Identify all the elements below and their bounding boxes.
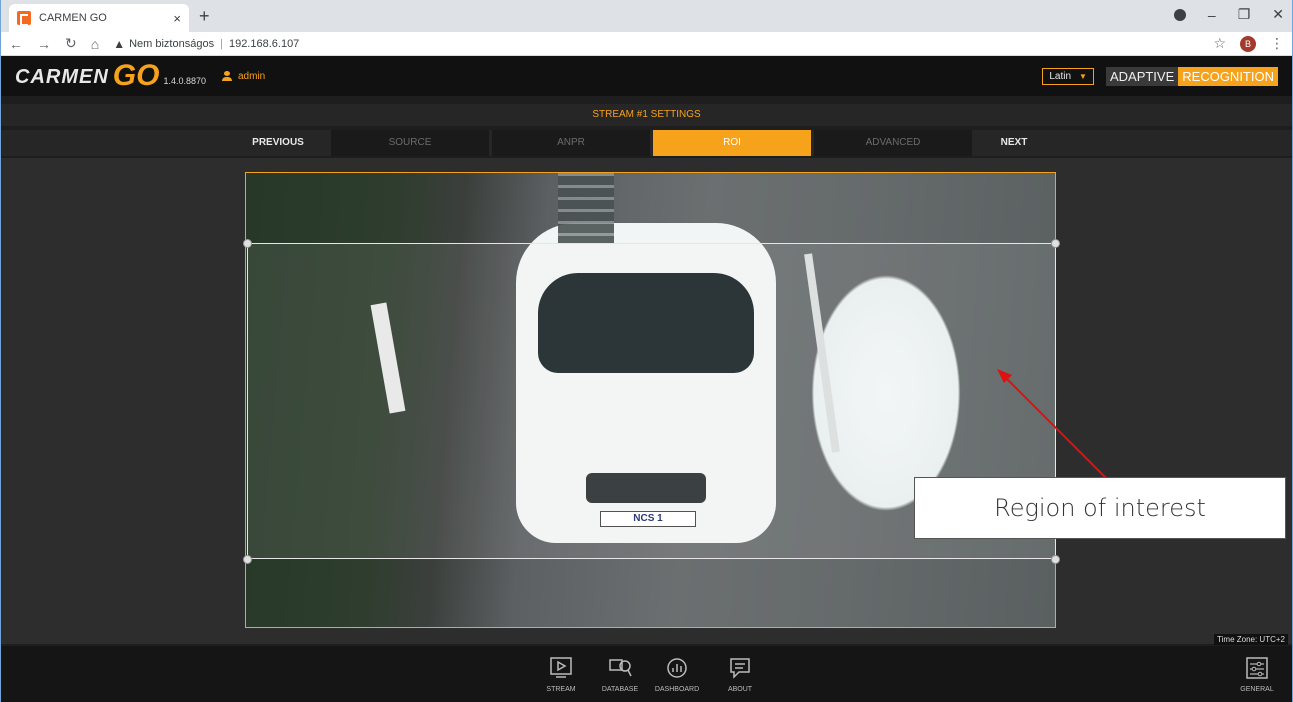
play-screen-icon: [550, 657, 572, 678]
settings-tabs: PREVIOUS SOURCE ANPR ROI ADVANCED NEXT: [1, 130, 1292, 156]
vendor-logo-b: RECOGNITION: [1178, 66, 1278, 86]
roi-handle-top-left[interactable]: [243, 239, 252, 248]
roof-ladder: [558, 173, 614, 243]
reload-icon[interactable]: ↻: [65, 35, 77, 52]
timezone-label: Time Zone: UTC+2: [1214, 634, 1288, 645]
close-tab-icon[interactable]: ×: [173, 11, 181, 26]
window-controls: – ❐ ✕: [1173, 6, 1284, 23]
nav-stream[interactable]: STREAM: [531, 656, 591, 693]
browser-window: CARMEN GO × + – ❐ ✕ ← → ↻ ⌂ ▲ Nem bizton…: [0, 0, 1293, 702]
nav-database[interactable]: DATABASE: [590, 656, 650, 693]
user-menu[interactable]: admin: [222, 71, 265, 82]
dashboard-icon: [667, 658, 687, 678]
username: admin: [238, 70, 266, 82]
user-icon: [222, 71, 232, 81]
divider: |: [220, 37, 223, 50]
database-search-icon: [609, 659, 632, 677]
brand-logo: CARMEN GO 1.4.0.8870: [15, 59, 206, 92]
roi-handle-top-right[interactable]: [1051, 239, 1060, 248]
close-window-icon[interactable]: ✕: [1272, 6, 1284, 23]
settings-sliders-icon: [1246, 657, 1268, 679]
tab-roi[interactable]: ROI: [653, 130, 811, 156]
bookmark-star-icon[interactable]: ☆: [1213, 35, 1226, 52]
forward-icon[interactable]: →: [37, 36, 51, 52]
nav-stream-label: STREAM: [546, 686, 576, 693]
page-title: STREAM #1 SETTINGS: [1, 104, 1292, 126]
security-label: Nem biztonságos: [129, 37, 215, 50]
roi-handle-bottom-right[interactable]: [1051, 555, 1060, 564]
tab-anpr[interactable]: ANPR: [492, 130, 650, 156]
tab-title: CARMEN GO: [39, 12, 107, 24]
tab-strip: CARMEN GO × + – ❐ ✕: [1, 0, 1292, 32]
browser-tab[interactable]: CARMEN GO ×: [9, 4, 189, 32]
header-right: Latin ▼ ADAPTIVE RECOGNITION: [1042, 66, 1278, 86]
vendor-logo: ADAPTIVE RECOGNITION: [1105, 66, 1278, 86]
menu-icon[interactable]: ⋮: [1270, 35, 1284, 52]
nav-dashboard-label: DASHBOARD: [654, 686, 700, 693]
nav-general[interactable]: GENERAL: [1227, 656, 1287, 693]
back-icon[interactable]: ←: [9, 36, 23, 52]
nav-general-label: GENERAL: [1240, 686, 1274, 693]
nav-dashboard[interactable]: DASHBOARD: [647, 656, 707, 693]
app-header: CARMEN GO 1.4.0.8870 admin Latin ▼ ADAPT…: [1, 56, 1292, 96]
language-value: Latin: [1049, 70, 1072, 82]
nav-about[interactable]: ABOUT: [710, 656, 770, 693]
new-tab-button[interactable]: +: [199, 6, 210, 27]
browser-toolbar: ← → ↻ ⌂ ▲ Nem biztonságos | 192.168.6.10…: [1, 32, 1292, 56]
minimize-icon[interactable]: –: [1208, 7, 1216, 23]
nav-about-label: ABOUT: [727, 686, 753, 693]
carmen-favicon-icon: [17, 11, 31, 26]
footer-nav: STREAM DATABASE DASHBOARD ABOUT GENERAL: [1, 646, 1292, 702]
next-button[interactable]: NEXT: [935, 130, 1093, 156]
roi-handle-bottom-left[interactable]: [243, 555, 252, 564]
nav-database-label: DATABASE: [601, 686, 639, 693]
profile-avatar[interactable]: B: [1240, 35, 1256, 52]
brand-name: CARMEN: [15, 66, 109, 88]
url-text: 192.168.6.107: [228, 37, 300, 50]
brand-go: GO: [112, 59, 160, 92]
chevron-down-icon: ▼: [1079, 71, 1087, 81]
warning-icon: ▲: [113, 36, 126, 51]
address-bar[interactable]: ▲ Nem biztonságos | 192.168.6.107: [113, 37, 299, 51]
vendor-logo-a: ADAPTIVE: [1105, 66, 1179, 86]
language-select[interactable]: Latin ▼: [1042, 67, 1094, 85]
tab-source[interactable]: SOURCE: [331, 130, 489, 156]
restore-icon[interactable]: ❐: [1238, 6, 1251, 23]
roi-callout: Region of interest: [914, 477, 1286, 539]
version-label: 1.4.0.8870: [163, 76, 206, 86]
home-icon[interactable]: ⌂: [91, 36, 99, 52]
record-icon[interactable]: [1173, 8, 1186, 21]
toolbar-right: ☆ B ⋮: [1213, 35, 1284, 52]
about-chat-icon: [730, 658, 750, 679]
